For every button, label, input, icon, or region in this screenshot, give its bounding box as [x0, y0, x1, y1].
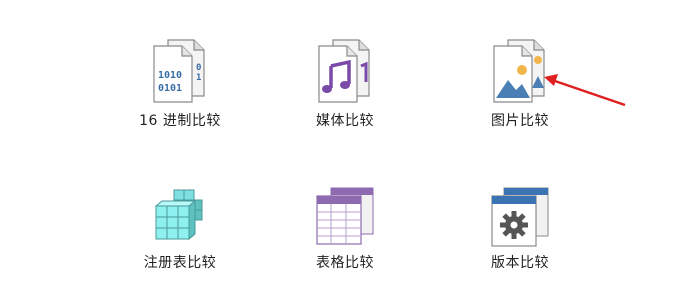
compare-types-panel: 0 1 1010 0101 16 进制比较 媒体比较 图片比较 注册表比较 表格…: [0, 0, 680, 285]
media-compare-tile[interactable]: 媒体比较: [270, 38, 420, 148]
table-compare-icon: [316, 187, 374, 245]
svg-text:0101: 0101: [158, 83, 182, 94]
table-compare-label: 表格比较: [316, 255, 374, 271]
media-compare-label: 媒体比较: [316, 113, 374, 129]
hex-compare-tile[interactable]: 0 1 1010 0101 16 进制比较: [105, 38, 255, 148]
table-compare-tile[interactable]: 表格比较: [270, 186, 420, 285]
registry-compare-label: 注册表比较: [143, 255, 217, 271]
media-compare-icon: [318, 39, 370, 103]
svg-text:0: 0: [196, 63, 201, 73]
svg-text:1010: 1010: [158, 70, 182, 81]
registry-compare-icon: [154, 189, 203, 241]
version-compare-label: 版本比较: [491, 255, 549, 271]
registry-compare-tile[interactable]: 注册表比较: [105, 186, 255, 285]
hex-compare-label: 16 进制比较: [139, 113, 221, 129]
version-compare-icon: [491, 187, 549, 247]
picture-compare-label: 图片比较: [491, 113, 549, 129]
version-compare-tile[interactable]: 版本比较: [445, 186, 595, 285]
hex-compare-icon: 0 1 1010 0101: [153, 39, 205, 103]
svg-text:1: 1: [196, 73, 201, 83]
red-arrow-icon: [544, 74, 626, 107]
